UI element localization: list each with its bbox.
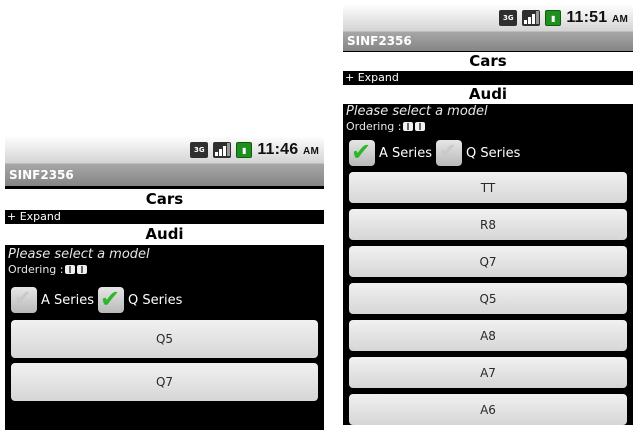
expand-toggle[interactable]: + Expand (5, 210, 324, 224)
clock-time: 11:51 (566, 9, 608, 26)
sort-descending-icon[interactable] (77, 265, 88, 274)
model-button-a8[interactable]: A8 (349, 320, 627, 351)
sort-ascending-icon[interactable] (65, 265, 76, 274)
model-button-a7[interactable]: A7 (349, 357, 627, 388)
brand-label: Audi (343, 85, 633, 104)
clock: 11:46 AM (257, 141, 319, 159)
select-model-prompt: Please select a model (8, 247, 150, 262)
ordering-row: Ordering : (5, 262, 324, 277)
model-button-r8[interactable]: R8 (349, 209, 627, 240)
model-button-q5[interactable]: Q5 (11, 320, 318, 358)
phone-screen-left: 3G ▮ 11:46 AM SINF2356 Cars + Expand Aud… (5, 137, 324, 430)
select-model-prompt: Please select a model (346, 104, 488, 119)
a-series-checkbox[interactable] (349, 138, 375, 166)
app-title: SINF2356 (343, 32, 633, 51)
status-bar: 3G ▮ 11:51 AM (343, 5, 633, 32)
a-series-label: A Series (41, 292, 95, 308)
ordering-label: Ordering : (8, 263, 64, 276)
battery-icon: ▮ (545, 10, 562, 26)
model-button-a6[interactable]: A6 (349, 394, 627, 425)
category-label: Cars (5, 189, 324, 210)
brand-label: Audi (5, 224, 324, 245)
q-series-checkbox[interactable] (436, 139, 463, 166)
series-filter: A Series Q Series (343, 138, 633, 166)
clock-ampm: AM (303, 146, 319, 157)
a-series-checkbox[interactable] (11, 286, 37, 313)
ordering-row: Ordering : (343, 119, 633, 134)
status-bar: 3G ▮ 11:46 AM (5, 137, 324, 164)
network-type: 3G (503, 13, 514, 22)
q-series-checkbox[interactable] (98, 285, 125, 313)
q-series-label: Q Series (128, 292, 183, 308)
q-series-label: Q Series (466, 145, 521, 161)
app-title: SINF2356 (5, 164, 324, 186)
a-series-label: A Series (379, 145, 433, 161)
signal-icon (213, 142, 232, 158)
clock: 11:51 AM (566, 9, 628, 27)
network-3g-icon: 3G (499, 10, 518, 26)
battery-icon: ▮ (236, 142, 253, 158)
clock-ampm: AM (612, 14, 628, 25)
model-button-tt[interactable]: TT (349, 172, 627, 203)
sort-ascending-icon[interactable] (403, 122, 414, 131)
network-3g-icon: 3G (190, 142, 209, 158)
ordering-label: Ordering : (346, 120, 402, 133)
signal-icon (522, 10, 541, 26)
sort-descending-icon[interactable] (415, 122, 426, 131)
clock-time: 11:46 (257, 141, 299, 158)
category-label: Cars (343, 52, 633, 71)
model-button-q7[interactable]: Q7 (11, 363, 318, 401)
network-type: 3G (194, 145, 205, 154)
phone-screen-right: 3G ▮ 11:51 AM SINF2356 Cars + Expand Aud… (343, 5, 633, 425)
expand-toggle[interactable]: + Expand (343, 71, 633, 85)
model-button-q7[interactable]: Q7 (349, 246, 627, 277)
model-button-q5[interactable]: Q5 (349, 283, 627, 314)
series-filter: A Series Q Series (5, 285, 324, 313)
